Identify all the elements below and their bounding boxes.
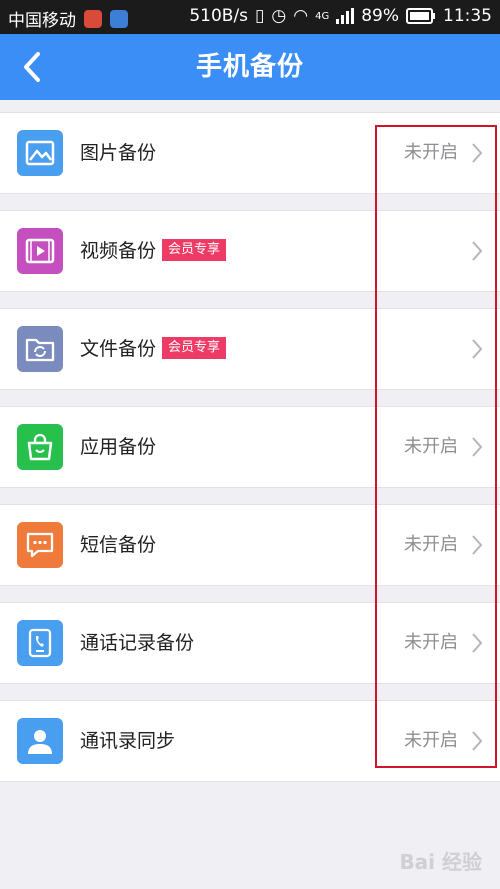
watermark-logo: Bai 经验 [399, 850, 482, 874]
item-label: 视频备份 会员专享 [80, 211, 227, 291]
notification-app-icon [84, 9, 102, 28]
item-status: 未开启 [404, 142, 458, 163]
shopping-bag-icon [17, 424, 63, 470]
battery-icon [406, 8, 435, 24]
item-label: 图片备份 [80, 142, 157, 164]
list-item-video-backup[interactable]: 视频备份 会员专享 [0, 210, 500, 292]
alarm-icon: ◷ [271, 6, 287, 26]
vibrate-icon: ▯ [255, 6, 265, 26]
item-label: 文件备份 会员专享 [80, 309, 227, 389]
notification-app-icon-2 [110, 9, 128, 28]
item-status: 未开启 [404, 534, 458, 555]
item-status: 未开启 [404, 632, 458, 653]
network-type: 4G [315, 10, 330, 22]
chevron-right-icon [472, 731, 483, 751]
list-item-file-backup[interactable]: 文件备份 会员专享 [0, 308, 500, 390]
list-item-call-log-backup[interactable]: 通话记录备份 未开启 [0, 602, 500, 684]
network-speed: 510B/s [189, 6, 249, 26]
call-log-icon [17, 620, 63, 666]
chevron-right-icon [472, 339, 483, 359]
item-status: 未开启 [404, 436, 458, 457]
chevron-right-icon [472, 241, 483, 261]
wifi-icon: ◠ [293, 6, 309, 26]
carrier-label: 中国移动 [8, 11, 76, 31]
message-icon [17, 522, 63, 568]
app-header: 手机备份 [0, 34, 500, 100]
list-item-sms-backup[interactable]: 短信备份 未开启 [0, 504, 500, 586]
backup-list: 图片备份 未开启 视频备份 会员专享 文件备份 会员专享 应用备份 未开启 短信备份… [0, 112, 500, 798]
folder-sync-icon [17, 326, 63, 372]
member-badge: 会员专享 [162, 238, 227, 261]
list-item-photo-backup[interactable]: 图片备份 未开启 [0, 112, 500, 194]
status-bar: 中国移动 510B/s ▯ ◷ ◠ 4G 89% 11:35 [0, 0, 500, 34]
contact-icon [17, 718, 63, 764]
battery-percent: 89% [361, 6, 399, 26]
chevron-right-icon [472, 535, 483, 555]
chevron-right-icon [472, 437, 483, 457]
chevron-right-icon [472, 633, 483, 653]
clock: 11:35 [443, 6, 492, 26]
signal-icon [336, 8, 355, 24]
item-label: 通讯录同步 [80, 730, 176, 752]
item-label: 短信备份 [80, 534, 157, 556]
item-label: 通话记录备份 [80, 632, 195, 654]
video-icon [17, 228, 63, 274]
member-badge: 会员专享 [162, 336, 227, 359]
item-label: 应用备份 [80, 436, 157, 458]
list-item-app-backup[interactable]: 应用备份 未开启 [0, 406, 500, 488]
image-icon [17, 130, 63, 176]
item-status: 未开启 [404, 730, 458, 751]
chevron-right-icon [472, 143, 483, 163]
list-item-contacts-sync[interactable]: 通讯录同步 未开启 [0, 700, 500, 782]
page-title: 手机备份 [195, 52, 304, 82]
